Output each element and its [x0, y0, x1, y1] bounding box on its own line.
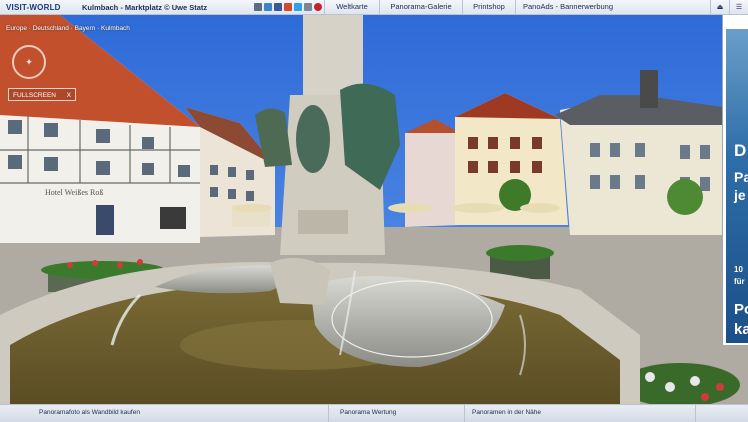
twitter-icon[interactable]: [294, 3, 302, 11]
bottom-bar: Panoramafoto als Wandbild kaufen Panoram…: [0, 404, 748, 422]
compass-icon[interactable]: ✦: [12, 45, 46, 79]
site-logo[interactable]: VISIT-WORLD: [0, 3, 70, 12]
top-bar: VISIT-WORLD Kulmbach - Marktplatz © Uwe …: [0, 0, 748, 15]
ad-line-2: Pa: [734, 169, 748, 185]
google-plus-icon[interactable]: [284, 3, 292, 11]
ad-banner[interactable]: D Pa je 10 für Po ka: [722, 15, 748, 345]
ad-line-5: für: [734, 277, 745, 286]
buy-print-link[interactable]: Panoramafoto als Wandbild kaufen: [39, 409, 140, 416]
divider: [464, 405, 465, 422]
divider: [328, 405, 329, 422]
social-share-bar: [240, 3, 324, 11]
link-icon[interactable]: [264, 3, 272, 11]
nearby-panoramas-link[interactable]: Panoramen in der Nähe: [472, 409, 541, 416]
eject-icon[interactable]: ⏏: [710, 0, 729, 14]
nav-printshop[interactable]: Printshop: [462, 0, 515, 14]
breadcrumb[interactable]: Europe · Deutschland · Bayern · Kulmbach: [6, 25, 130, 32]
email-icon[interactable]: [304, 3, 312, 11]
ad-line-1: D: [734, 141, 747, 160]
facebook-icon[interactable]: [274, 3, 282, 11]
rating-link[interactable]: Panorama Wertung: [340, 409, 396, 416]
pinterest-icon[interactable]: [314, 3, 322, 11]
fullscreen-button[interactable]: FULLSCREEN X: [8, 88, 76, 101]
close-icon[interactable]: X: [67, 89, 71, 102]
nav-weltkarte[interactable]: Weltkarte: [324, 0, 379, 14]
ad-image: D Pa je 10 für Po ka: [726, 29, 748, 343]
ad-line-4: 10: [734, 265, 743, 274]
nav-panoads[interactable]: PanoAds - Bannerwerbung: [515, 0, 620, 14]
panorama-image: Hotel Weißes Roß: [0, 15, 748, 404]
share-icon[interactable]: [254, 3, 262, 11]
ad-line-6: Po: [734, 301, 748, 318]
panorama-viewer[interactable]: Hotel Weißes Roß Europe · Deutschland · …: [0, 15, 748, 404]
fullscreen-label: FULLSCREEN: [13, 92, 56, 99]
nav-panorama-galerie[interactable]: Panorama-Galerie: [379, 0, 462, 14]
page-title: Kulmbach - Marktplatz © Uwe Statz: [82, 2, 208, 12]
hotel-sign-text: Hotel Weißes Roß: [45, 188, 103, 197]
ad-line-7: ka: [734, 321, 748, 338]
menu-icon[interactable]: ☰: [729, 0, 748, 14]
divider: [695, 405, 696, 422]
ad-line-3: je: [734, 187, 746, 203]
